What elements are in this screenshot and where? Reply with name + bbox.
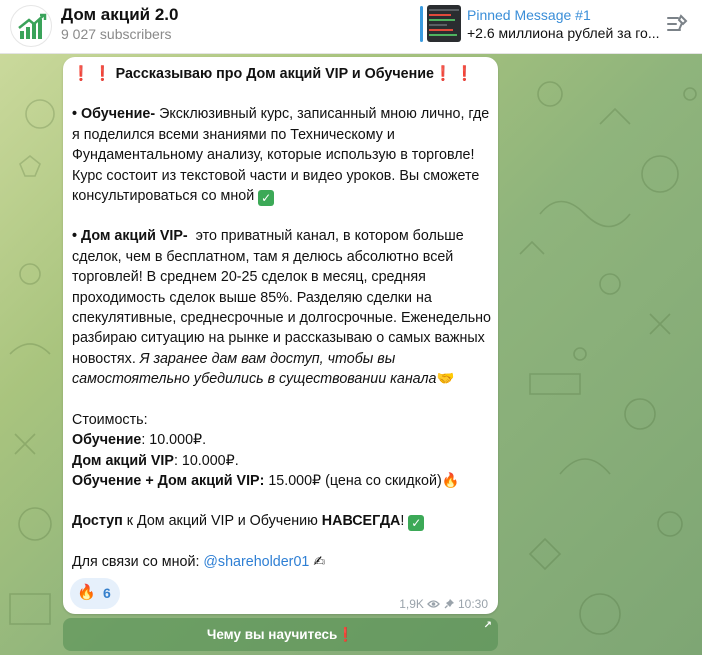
access-forever: НАВСЕГДА [321,513,401,530]
price-vip-value: : 10.000₽. [173,452,239,469]
exclamation-icon: ❗ [455,66,474,82]
pinned-message-thumbnail[interactable] [427,5,461,42]
fire-icon: 🔥 [441,472,460,489]
reaction-button[interactable]: 🔥 6 [70,578,120,609]
message-text: ❗ ❗ Рассказываю про Дом акций VIP и Обуч… [72,64,497,572]
message-meta: 1,9K 10:30 [399,596,488,611]
pin-icon [444,599,454,609]
handshake-icon: 🤝 [436,371,455,388]
vip-paragraph: • Дом акций VIP- это приватный канал, в … [72,226,497,389]
channel-avatar[interactable] [10,5,52,47]
exclamation-icon: ❗ [93,66,112,82]
price-vip: Дом акций VIP: 10.000₽. [72,451,497,471]
inline-button-what-you-learn[interactable]: Чему вы научитесь❗ ↗ [63,618,498,651]
inline-button-label: Чему вы научитесь [206,627,338,642]
contact-paragraph: Для связи со мной: @shareholder01 ✍ [72,552,497,572]
eye-icon [427,600,441,608]
message-heading: ❗ ❗ Рассказываю про Дом акций VIP и Обуч… [72,64,497,84]
pinned-indicator-bar [420,6,423,42]
vip-text: это приватный канал, в котором больше сд… [72,228,495,367]
price-heading: Стоимость: [72,411,148,428]
pinned-message-preview[interactable]: +2.6 миллиона рублей за го... [467,25,677,41]
check-mark-icon: ✓ [258,190,275,207]
price-education-value: : 10.000₽. [141,432,207,449]
exclamation-icon: ❗ [72,66,90,82]
pinned-list-icon[interactable] [665,13,689,35]
exclamation-icon: ❗ [337,627,355,642]
message-bubble[interactable]: ❗ ❗ Рассказываю про Дом акций VIP и Обуч… [63,57,498,614]
channel-title[interactable]: Дом акций 2.0 [61,5,178,25]
heading-text: Рассказываю про Дом акций VIP и Обучение [115,66,434,82]
access-paragraph: Доступ к Дом акций VIP и Обучению НАВСЕГ… [72,511,497,532]
price-combo-value: 15.000₽ (цена со скидкой) [264,472,442,489]
access-end: ! [400,513,409,530]
vip-label: • Дом акций VIP- [72,228,188,245]
writing-hand-icon: ✍ [313,553,326,570]
contact-text: Для связи со мной: [72,553,204,570]
subscriber-count: 9 027 subscribers [61,26,172,42]
view-count: 1,9K [399,596,424,611]
check-mark-icon: ✓ [408,515,425,532]
external-link-arrow-icon: ↗ [483,620,492,631]
message-time: 10:30 [457,596,488,611]
fire-icon: 🔥 [77,584,96,601]
price-vip-label: Дом акций VIP [72,452,174,469]
price-education-label: Обучение [72,432,142,449]
access-label: Доступ [72,513,123,530]
education-paragraph: • Обучение- Эксклюзивный курс, записанны… [72,104,497,207]
price-education: Обучение: 10.000₽. [72,430,497,450]
chart-growth-icon [18,13,47,39]
access-text: к Дом акций VIP и Обучению [122,513,322,530]
contact-username-link[interactable]: @shareholder01 [203,554,309,570]
price-combo-label: Обучение + Дом акций VIP: [72,472,265,489]
reaction-count: 6 [103,585,111,601]
chat-header: Дом акций 2.0 9 027 subscribers Pinned M… [0,0,702,54]
exclamation-icon: ❗ [433,66,452,82]
pinned-message-title[interactable]: Pinned Message #1 [467,7,591,23]
education-label: • Обучение- [72,106,156,123]
price-combo: Обучение + Дом акций VIP: 15.000₽ (цена … [72,471,497,491]
